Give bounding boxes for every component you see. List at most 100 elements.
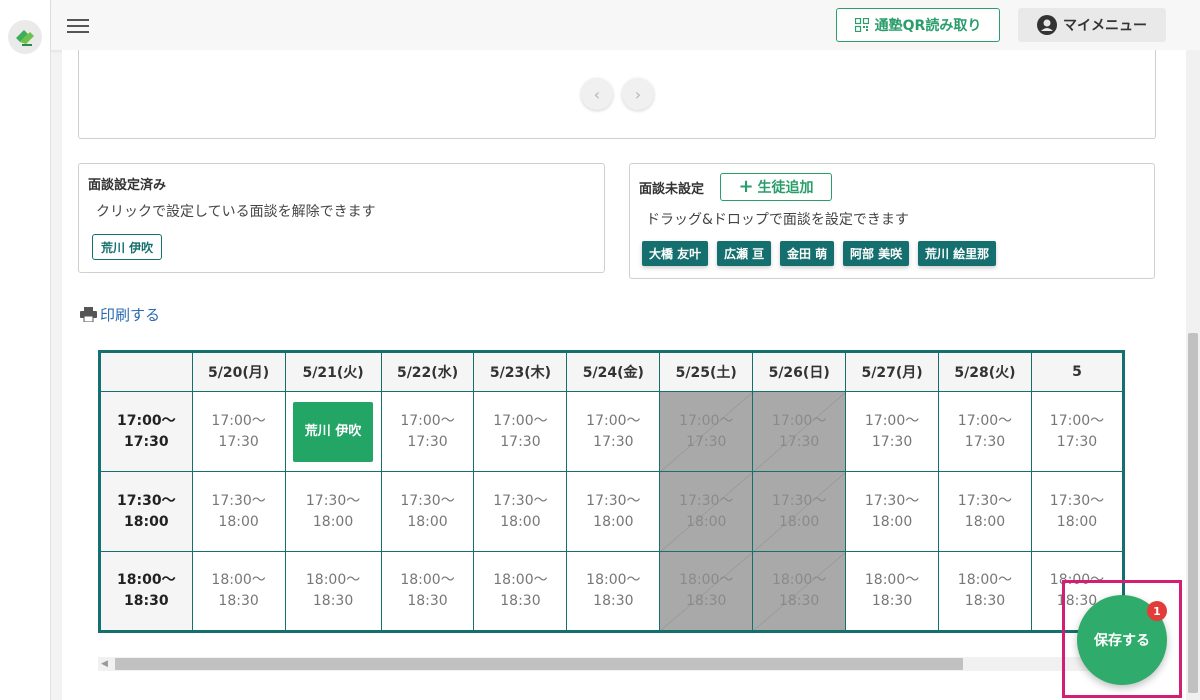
slot-time-end: 18:00 bbox=[500, 513, 541, 530]
time-slot-cell[interactable]: 18:00〜 18:30 bbox=[380, 551, 475, 632]
time-slot-cell[interactable]: 荒川 伊吹 bbox=[284, 391, 382, 472]
interview-set-panel: 面談設定済み クリックで設定している面談を解除できます 荒川 伊吹 bbox=[78, 163, 605, 273]
slot-time-start: 18:00〜 bbox=[957, 572, 1013, 588]
slot-time-end: 18:00 bbox=[218, 513, 259, 530]
time-slot-cell[interactable]: 17:00〜 17:30 bbox=[380, 391, 475, 472]
slot-time-end: 18:30 bbox=[593, 593, 634, 609]
date-header: 5 bbox=[1030, 351, 1125, 392]
interview-set-description: クリックで設定している面談を解除できます bbox=[96, 204, 376, 220]
time-slot-cell[interactable]: 18:00〜 18:30 bbox=[566, 551, 661, 632]
scroll-left-icon[interactable]: ◀ bbox=[101, 659, 108, 669]
print-link[interactable]: 印刷する bbox=[80, 304, 160, 325]
time-slot-cell: 18:00〜 18:30 bbox=[752, 551, 847, 632]
schedule-row: 17:30〜 18:00 17:30〜 18:00 17:30〜 18:00 17:30〜 1… bbox=[99, 471, 1125, 552]
schedule-table-wrapper: 5/20(月) 5/21(火) 5/22(水) 5/23(木) 5/24(金) 5/25(… bbox=[98, 350, 1125, 638]
time-slot-cell: 17:00〜 17:30 bbox=[659, 391, 754, 472]
time-slot-cell[interactable]: 18:00〜 18:30 bbox=[473, 551, 568, 632]
interview-unset-title: 面談未設定 bbox=[639, 182, 705, 197]
slot-time-start: 18:00〜 bbox=[864, 572, 920, 588]
horizontal-scrollbar[interactable]: ◀ bbox=[98, 657, 1128, 671]
slot-time-end: 18:30 bbox=[964, 593, 1006, 609]
time-slot-cell[interactable]: 17:30〜 18:00 bbox=[1030, 471, 1125, 552]
slot-time-end: 17:30 bbox=[686, 433, 727, 450]
time-slot-cell[interactable]: 17:30〜 18:00 bbox=[380, 471, 475, 552]
slot-time-end: 17:30 bbox=[500, 433, 541, 450]
slot-time-end: 18:30 bbox=[500, 593, 541, 609]
main-content: ‹ › 面談設定済み クリックで設定している面談を解除できます 荒川 伊吹 面談… bbox=[62, 50, 1186, 700]
calendar-panel: ‹ › bbox=[78, 50, 1156, 139]
slot-time-end: 18:00 bbox=[686, 513, 727, 530]
left-sidebar bbox=[0, 0, 51, 700]
time-slot-cell[interactable]: 17:30〜 18:00 bbox=[284, 471, 382, 552]
slot-time-start: 17:30〜 bbox=[957, 492, 1013, 509]
set-student-chip[interactable]: 荒川 伊吹 bbox=[92, 234, 163, 260]
qr-scan-button[interactable]: 通塾QR読み取り bbox=[836, 8, 1000, 42]
time-slot-cell[interactable]: 18:00〜 18:30 bbox=[191, 551, 286, 632]
horizontal-scrollbar-thumb[interactable] bbox=[115, 658, 963, 670]
schedule-row: 18:00〜 18:30 18:00〜 18:30 18:00〜 18:30 18:00〜 1… bbox=[99, 551, 1125, 632]
time-slot-cell[interactable]: 17:00〜 17:30 bbox=[938, 391, 1032, 472]
date-header: 5/23(木) bbox=[473, 351, 568, 392]
slot-time-start: 17:30〜 bbox=[400, 492, 455, 509]
prev-arrow-icon[interactable]: ‹ bbox=[581, 78, 613, 110]
unset-student-chip[interactable]: 大橋 友叶 bbox=[642, 241, 709, 266]
add-student-button[interactable]: + 生徒追加 bbox=[720, 173, 832, 201]
slot-time-start: 17:30〜 bbox=[493, 492, 548, 509]
time-end: 17:30 bbox=[124, 433, 169, 450]
time-slot-cell[interactable]: 17:00〜 17:30 bbox=[473, 391, 568, 472]
slot-time-start: 18:00〜 bbox=[771, 572, 827, 588]
slot-time-start: 18:00〜 bbox=[586, 572, 641, 588]
slot-time-start: 17:00〜 bbox=[771, 412, 827, 429]
unset-student-chip[interactable]: 阿部 美咲 bbox=[843, 241, 910, 266]
vertical-scrollbar-thumb[interactable] bbox=[1188, 333, 1198, 693]
slot-time-start: 18:00〜 bbox=[305, 572, 361, 588]
interview-unset-description: ドラッグ&ドロップで面談を設定できます bbox=[646, 212, 909, 228]
slot-time-end: 17:30 bbox=[871, 433, 913, 450]
time-slot-cell[interactable]: 17:30〜 18:00 bbox=[566, 471, 661, 552]
slot-time-end: 18:00 bbox=[312, 513, 354, 530]
time-slot-cell[interactable]: 17:00〜 17:30 bbox=[845, 391, 940, 472]
save-label: 保存する bbox=[1094, 633, 1150, 649]
slot-time-start: 17:30〜 bbox=[771, 492, 827, 509]
slot-time-start: 17:00〜 bbox=[957, 412, 1013, 429]
booked-student-slot[interactable]: 荒川 伊吹 bbox=[293, 401, 374, 462]
my-menu-button[interactable]: マイメニュー bbox=[1018, 8, 1166, 42]
schedule-table: 5/20(月) 5/21(火) 5/22(水) 5/23(木) 5/24(金) 5/25(… bbox=[98, 350, 1125, 633]
slot-time-end: 18:00 bbox=[1056, 513, 1098, 530]
time-slot-cell[interactable]: 17:30〜 18:00 bbox=[191, 471, 286, 552]
slot-time-start: 17:00〜 bbox=[211, 412, 266, 429]
unset-student-chip[interactable]: 荒川 絵里那 bbox=[918, 241, 997, 266]
slot-time-end: 18:00 bbox=[778, 513, 820, 530]
slot-time-end: 18:30 bbox=[218, 593, 259, 609]
time-slot-cell[interactable]: 17:00〜 17:30 bbox=[1030, 391, 1125, 472]
time-slot-cell[interactable]: 18:00〜 18:30 bbox=[284, 551, 382, 632]
qr-code-icon bbox=[854, 18, 869, 32]
slot-time-start: 17:00〜 bbox=[400, 412, 455, 429]
app-logo[interactable] bbox=[8, 20, 42, 54]
time-slot-cell[interactable]: 17:30〜 18:00 bbox=[938, 471, 1032, 552]
time-slot-cell[interactable]: 18:00〜 18:30 bbox=[845, 551, 940, 632]
account-icon bbox=[1037, 15, 1057, 35]
date-header: 5/21(火) bbox=[284, 351, 382, 392]
slot-time-start: 17:00〜 bbox=[586, 412, 641, 429]
slot-time-start: 17:00〜 bbox=[493, 412, 548, 429]
time-slot-cell[interactable]: 17:00〜 17:30 bbox=[191, 391, 286, 472]
slot-time-end: 18:30 bbox=[686, 593, 727, 609]
time-slot-cell: 18:00〜 18:30 bbox=[659, 551, 754, 632]
interview-unset-panel: 面談未設定 + 生徒追加 ドラッグ&ドロップで面談を設定できます 大橋 友叶 広… bbox=[629, 163, 1155, 279]
unset-student-chip[interactable]: 広瀬 亘 bbox=[717, 241, 772, 266]
time-slot-cell[interactable]: 17:30〜 18:00 bbox=[845, 471, 940, 552]
print-label: 印刷する bbox=[100, 306, 161, 324]
time-slot-cell[interactable]: 17:00〜 17:30 bbox=[566, 391, 661, 472]
slot-time-end: 17:30 bbox=[778, 433, 820, 450]
time-slot-cell[interactable]: 18:00〜 18:30 bbox=[938, 551, 1032, 632]
hamburger-menu-icon[interactable] bbox=[67, 15, 89, 35]
slot-time-start: 18:00〜 bbox=[679, 572, 734, 588]
unset-student-chip[interactable]: 金田 萌 bbox=[780, 241, 835, 266]
vertical-scrollbar[interactable] bbox=[1186, 50, 1200, 700]
slot-time-end: 18:30 bbox=[778, 593, 820, 609]
time-slot-cell: 17:30〜 18:00 bbox=[659, 471, 754, 552]
next-arrow-icon[interactable]: › bbox=[622, 78, 654, 110]
time-slot-cell[interactable]: 17:30〜 18:00 bbox=[473, 471, 568, 552]
date-header: 5/28(火) bbox=[938, 351, 1032, 392]
